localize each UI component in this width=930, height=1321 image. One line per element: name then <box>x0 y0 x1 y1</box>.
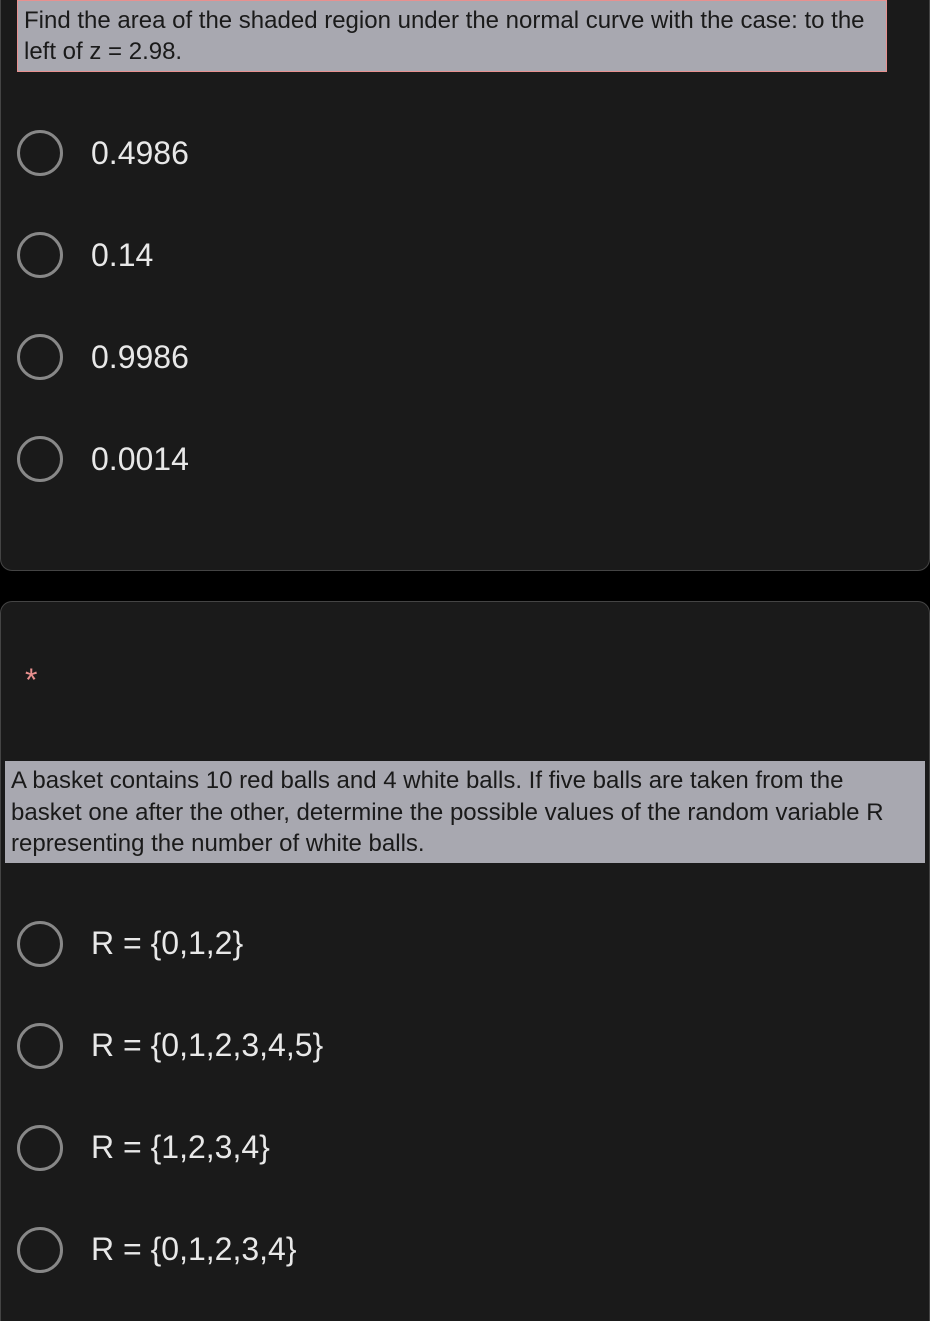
option-label: R = {1,2,3,4} <box>91 1129 270 1166</box>
option-row[interactable]: 0.0014 <box>1 408 929 510</box>
radio-button-icon[interactable] <box>17 436 63 482</box>
radio-button-icon[interactable] <box>17 232 63 278</box>
option-label: 0.9986 <box>91 339 189 376</box>
required-asterisk: * <box>25 662 929 699</box>
option-label: R = {0,1,2} <box>91 925 243 962</box>
question-card-1: Find the area of the shaded region under… <box>0 0 930 571</box>
question-prompt: A basket contains 10 red balls and 4 whi… <box>5 761 925 863</box>
option-row[interactable]: 0.14 <box>1 204 929 306</box>
option-label: 0.14 <box>91 237 153 274</box>
radio-button-icon[interactable] <box>17 921 63 967</box>
option-label: R = {0,1,2,3,4,5} <box>91 1027 323 1064</box>
question-card-2: * A basket contains 10 red balls and 4 w… <box>0 601 930 1321</box>
radio-button-icon[interactable] <box>17 1125 63 1171</box>
option-label: R = {0,1,2,3,4} <box>91 1231 297 1268</box>
option-row[interactable]: 0.9986 <box>1 306 929 408</box>
radio-button-icon[interactable] <box>17 1023 63 1069</box>
option-row[interactable]: R = {1,2,3,4} <box>1 1097 929 1199</box>
option-row[interactable]: R = {0,1,2} <box>1 893 929 995</box>
option-label: 0.0014 <box>91 441 189 478</box>
option-row[interactable]: 0.4986 <box>1 102 929 204</box>
radio-button-icon[interactable] <box>17 1227 63 1273</box>
option-row[interactable]: R = {0,1,2,3,4,5} <box>1 995 929 1097</box>
radio-button-icon[interactable] <box>17 130 63 176</box>
radio-button-icon[interactable] <box>17 334 63 380</box>
option-label: 0.4986 <box>91 135 189 172</box>
question-prompt: Find the area of the shaded region under… <box>17 0 887 72</box>
option-row[interactable]: R = {0,1,2,3,4} <box>1 1199 929 1301</box>
